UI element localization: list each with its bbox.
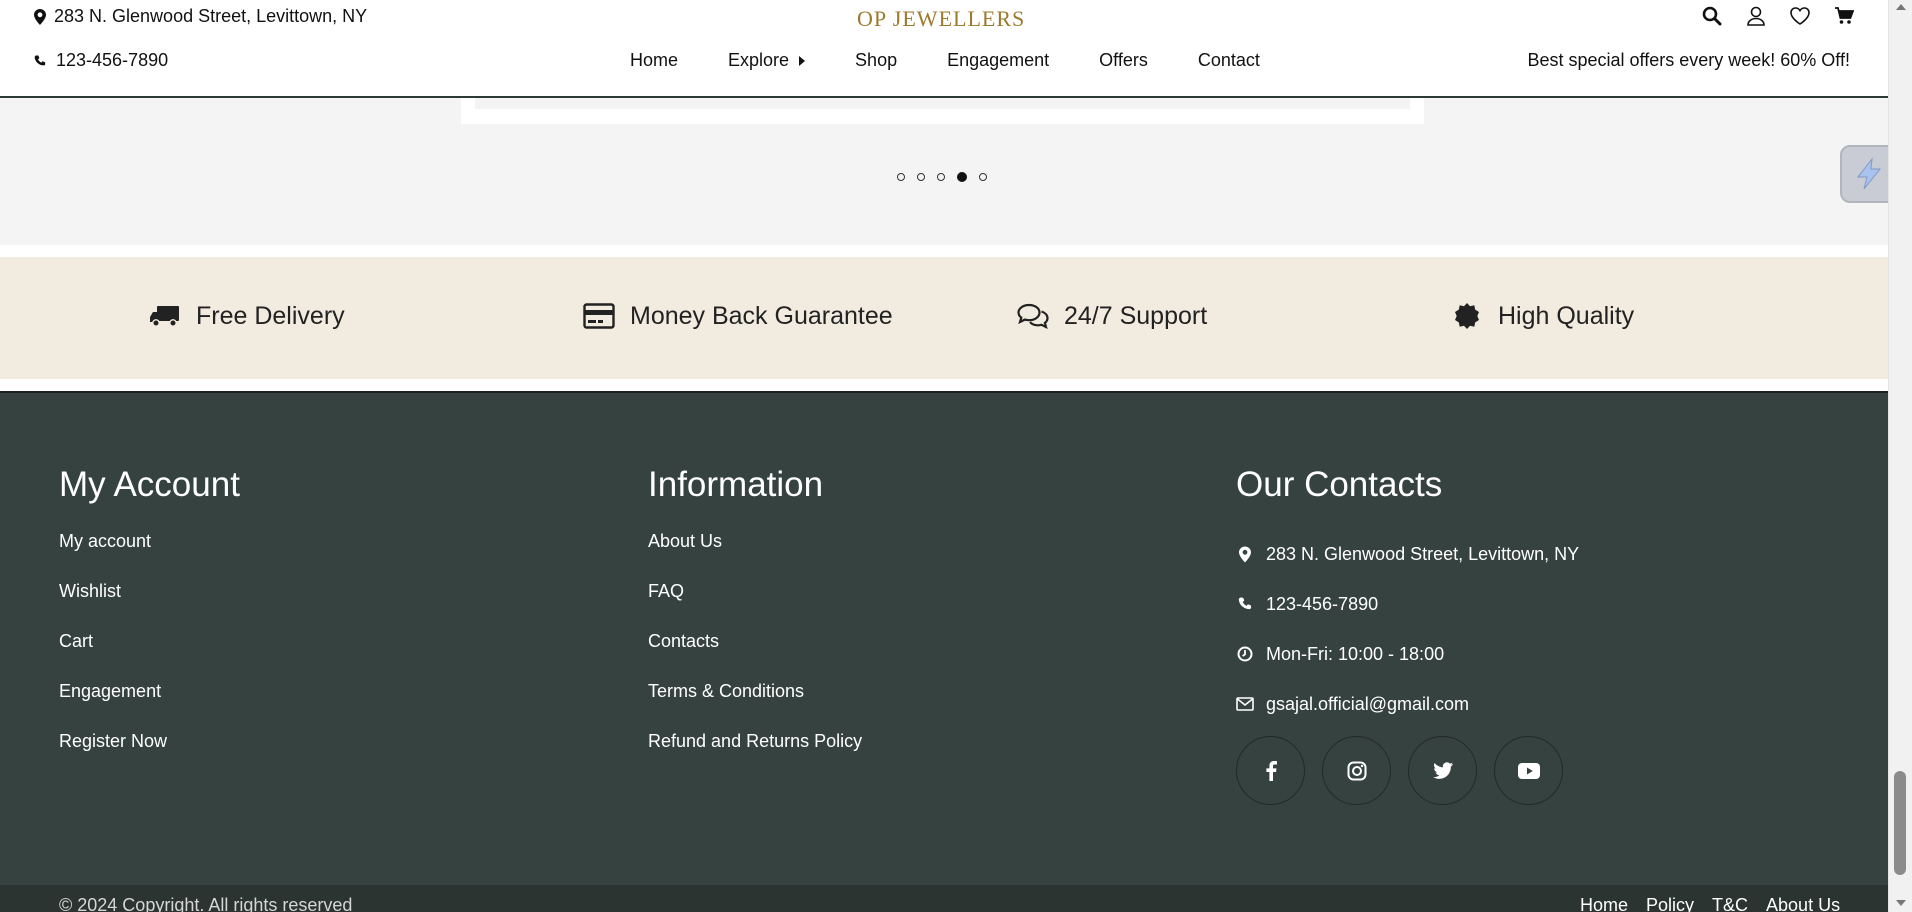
nav-engagement[interactable]: Engagement (947, 50, 1049, 71)
scroll-down-arrow-icon[interactable] (1896, 900, 1906, 906)
carousel-dot[interactable] (897, 173, 905, 181)
footer-heading: Our Contacts (1236, 465, 1443, 504)
section-gap (0, 245, 1888, 257)
feature-label: 24/7 Support (1064, 301, 1208, 330)
header-address: 283 N. Glenwood Street, Levittown, NY (34, 6, 367, 27)
footer-link[interactable]: Cart (59, 629, 240, 679)
carousel-card-inner (475, 98, 1410, 109)
bottom-link-policy[interactable]: Policy (1646, 895, 1694, 912)
phone-icon (1236, 594, 1254, 614)
header-phone: 123-456-7890 (34, 50, 168, 71)
site-logo[interactable]: OP JEWELLERS (857, 6, 1025, 32)
bottom-bar: © 2024 Copyright. All rights reserved Ho… (0, 885, 1888, 912)
contact-address: 283 N. Glenwood Street, Levittown, NY (1236, 529, 1579, 579)
social-links (1236, 736, 1579, 805)
footer-link[interactable]: Register Now (59, 729, 240, 779)
contact-hours-text: Mon-Fri: 10:00 - 18:00 (1266, 643, 1445, 664)
footer-link[interactable]: Refund and Returns Policy (648, 729, 862, 779)
carousel-dot-active[interactable] (957, 172, 967, 182)
badge-icon (1450, 301, 1484, 331)
contact-email-text[interactable]: gsajal.official@gmail.com (1266, 694, 1469, 715)
footer-link[interactable]: Engagement (59, 679, 240, 729)
bottom-link-about[interactable]: About Us (1766, 895, 1840, 912)
feature-label: High Quality (1498, 301, 1635, 330)
feature-high-quality: High Quality (1450, 301, 1634, 331)
nav-home[interactable]: Home (630, 50, 678, 71)
feature-support: 24/7 Support (1016, 301, 1207, 331)
footer-link[interactable]: Terms & Conditions (648, 679, 862, 729)
footer-link[interactable]: FAQ (648, 579, 862, 629)
search-icon[interactable] (1700, 4, 1724, 28)
promo-text: Best special offers every week! 60% Off! (1527, 50, 1851, 70)
copyright-text: © 2024 Copyright. All rights reserved (59, 895, 353, 912)
youtube-icon[interactable] (1494, 736, 1563, 805)
section-gap (0, 379, 1888, 391)
instagram-icon[interactable] (1322, 736, 1391, 805)
caret-right-icon (799, 55, 806, 66)
feature-money-back: Money Back Guarantee (582, 301, 893, 331)
scroll-thumb[interactable] (1894, 771, 1906, 875)
clock-icon (1236, 644, 1254, 664)
carousel-dot[interactable] (917, 173, 925, 181)
carousel-dots (897, 172, 987, 182)
footer-link[interactable]: Wishlist (59, 579, 240, 629)
facebook-icon[interactable] (1236, 736, 1305, 805)
footer-link[interactable]: Contacts (648, 629, 862, 679)
map-pin-icon (34, 8, 46, 25)
carousel-dot[interactable] (979, 173, 987, 181)
footer-my-account: My Account My account Wishlist Cart Enga… (59, 465, 240, 779)
user-icon[interactable] (1744, 4, 1768, 28)
footer-heading: Information (648, 465, 824, 504)
nav-explore-label: Explore (728, 50, 790, 70)
feature-label: Money Back Guarantee (630, 301, 893, 330)
nav-shop[interactable]: Shop (855, 50, 897, 71)
feature-label: Free Delivery (196, 301, 345, 330)
credit-card-icon (582, 301, 616, 331)
bottom-link-home[interactable]: Home (1580, 895, 1628, 912)
site-footer: My Account My account Wishlist Cart Enga… (0, 391, 1888, 885)
features-bar: Free Delivery Money Back Guarantee 24/7 … (0, 257, 1888, 379)
contact-address-text: 283 N. Glenwood Street, Levittown, NY (1266, 543, 1580, 564)
footer-information: Information About Us FAQ Contacts Terms … (648, 465, 862, 779)
twitter-icon[interactable] (1408, 736, 1477, 805)
header-icons (1700, 4, 1856, 28)
carousel-card (461, 98, 1424, 124)
nav-offers[interactable]: Offers (1099, 50, 1148, 71)
contact-email: gsajal.official@gmail.com (1236, 679, 1579, 729)
footer-link[interactable]: My account (59, 529, 240, 579)
footer-link[interactable]: About Us (648, 529, 862, 579)
site-header: 283 N. Glenwood Street, Levittown, NY 12… (0, 0, 1888, 98)
scroll-up-arrow-icon[interactable] (1896, 4, 1906, 10)
nav-contact[interactable]: Contact (1198, 50, 1260, 71)
feature-free-delivery: Free Delivery (148, 301, 345, 331)
nav-explore[interactable]: Explore (728, 50, 806, 71)
chat-icon (1016, 301, 1050, 331)
header-address-text: 283 N. Glenwood Street, Levittown, NY (54, 6, 368, 26)
lightning-icon (1856, 157, 1882, 190)
envelope-icon (1236, 694, 1254, 714)
page-scrollbar[interactable] (1888, 0, 1912, 912)
main-nav: Home Explore Shop Engagement Offers Cont… (630, 50, 1260, 71)
contact-phone-text: 123-456-7890 (1266, 593, 1379, 614)
bottom-link-tc[interactable]: T&C (1712, 895, 1748, 912)
header-phone-text: 123-456-7890 (56, 50, 169, 70)
phone-icon (34, 54, 46, 65)
map-pin-icon (1236, 544, 1254, 564)
contact-hours: Mon-Fri: 10:00 - 18:00 (1236, 629, 1579, 679)
truck-icon (148, 301, 182, 331)
cart-icon[interactable] (1832, 4, 1856, 28)
bottom-links: Home Policy T&C About Us (1580, 895, 1840, 912)
carousel-dot[interactable] (937, 173, 945, 181)
heart-icon[interactable] (1788, 4, 1812, 28)
footer-heading: My Account (59, 465, 240, 504)
carousel-section (0, 98, 1888, 245)
footer-contacts: Our Contacts 283 N. Glenwood Street, Lev… (1236, 465, 1579, 805)
contact-phone: 123-456-7890 (1236, 579, 1579, 629)
